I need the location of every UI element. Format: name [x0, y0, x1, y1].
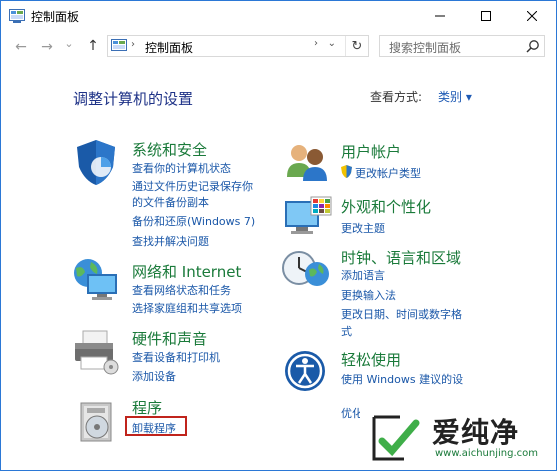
category-appearance[interactable]: 外观和个性化 — [341, 196, 431, 217]
watermark: 爱纯净 www.aichunjing.com — [360, 403, 556, 470]
link-view-computer-status[interactable]: 查看你的计算机状态 — [132, 160, 231, 176]
link-file-history-cont[interactable]: 的文件备份副本 — [132, 194, 209, 210]
category-network-internet[interactable]: 网络和 Internet — [132, 261, 241, 282]
clock-globe-icon[interactable] — [281, 244, 331, 294]
refresh-button[interactable]: ↻ — [345, 36, 368, 56]
minimize-icon — [435, 15, 445, 17]
highlight-box — [125, 416, 187, 436]
link-change-theme[interactable]: 更改主题 — [341, 220, 385, 236]
link-devices-printers[interactable]: 查看设备和打印机 — [132, 349, 220, 365]
watermark-logo-icon — [372, 415, 420, 461]
search-placeholder[interactable]: 搜索控制面板 — [389, 39, 461, 56]
link-homegroup[interactable]: 选择家庭组和共享选项 — [132, 300, 242, 316]
page-title: 调整计算机的设置 — [73, 90, 194, 108]
link-windows-suggestions[interactable]: 使用 Windows 建议的设 — [341, 371, 463, 387]
link-change-account-type[interactable]: 更改帐户类型 — [355, 165, 421, 181]
back-button[interactable]: ← — [11, 39, 31, 55]
ease-of-access-icon[interactable] — [283, 347, 333, 397]
watermark-text: 爱纯净 — [432, 416, 520, 449]
breadcrumb-control-panel[interactable]: 控制面板 — [145, 39, 193, 56]
programs-icon[interactable] — [73, 397, 123, 447]
user-accounts-icon[interactable] — [283, 137, 333, 187]
shield-icon[interactable] — [71, 137, 121, 187]
link-network-status[interactable]: 查看网络状态和任务 — [132, 282, 231, 298]
link-change-date-time[interactable]: 更改日期、时间或数字格 — [341, 306, 462, 322]
appearance-icon[interactable] — [283, 195, 333, 245]
category-hardware-sound[interactable]: 硬件和声音 — [132, 328, 207, 349]
category-programs[interactable]: 程序 — [132, 397, 162, 418]
control-panel-window: 控制面板 ← → ⌄ ↑ › 控制面板 › ⌄ ↻ 搜索控制面板 调整计算机的设… — [0, 0, 557, 471]
up-button[interactable]: ↑ — [83, 38, 103, 54]
title-bar: 控制面板 — [1, 1, 556, 31]
window-title: 控制面板 — [31, 10, 80, 24]
printer-icon[interactable] — [71, 327, 121, 377]
link-change-input-method[interactable]: 更换输入法 — [341, 287, 396, 303]
breadcrumb-chevron[interactable]: › — [314, 38, 318, 49]
minimize-button[interactable] — [417, 1, 463, 31]
network-globe-icon[interactable] — [71, 256, 121, 306]
search-icon[interactable] — [526, 39, 540, 53]
close-icon — [527, 11, 537, 21]
watermark-url: www.aichunjing.com — [435, 448, 538, 459]
link-change-date-time-cont[interactable]: 式 — [341, 323, 352, 339]
link-backup-restore[interactable]: 备份和还原(Windows 7) — [132, 213, 255, 229]
address-dropdown-button[interactable]: ⌄ — [328, 38, 336, 49]
category-system-security[interactable]: 系统和安全 — [132, 139, 207, 160]
category-user-accounts[interactable]: 用户帐户 — [341, 141, 401, 162]
breadcrumb-separator[interactable]: › — [131, 39, 135, 50]
control-panel-icon — [9, 9, 25, 23]
forward-button[interactable]: → — [37, 39, 57, 55]
uac-shield-icon — [341, 165, 352, 178]
link-troubleshoot[interactable]: 查找并解决问题 — [132, 233, 209, 249]
search-box[interactable]: 搜索控制面板 — [379, 35, 545, 57]
link-add-device[interactable]: 添加设备 — [132, 368, 176, 384]
maximize-button[interactable] — [463, 1, 509, 31]
close-button[interactable] — [509, 1, 555, 31]
category-clock-language-region[interactable]: 时钟、语言和区域 — [341, 247, 461, 268]
control-panel-icon — [111, 39, 127, 51]
recent-locations-button[interactable]: ⌄ — [59, 37, 79, 50]
link-file-history[interactable]: 通过文件历史记录保存你 — [132, 178, 253, 194]
address-bar[interactable]: › 控制面板 › ⌄ ↻ — [107, 35, 369, 57]
link-add-language[interactable]: 添加语言 — [341, 267, 385, 283]
view-by-label: 查看方式: — [370, 90, 423, 104]
maximize-icon — [481, 11, 491, 21]
view-by-dropdown[interactable]: 类别 ▾ — [438, 88, 472, 105]
category-ease-of-access[interactable]: 轻松使用 — [341, 349, 401, 370]
